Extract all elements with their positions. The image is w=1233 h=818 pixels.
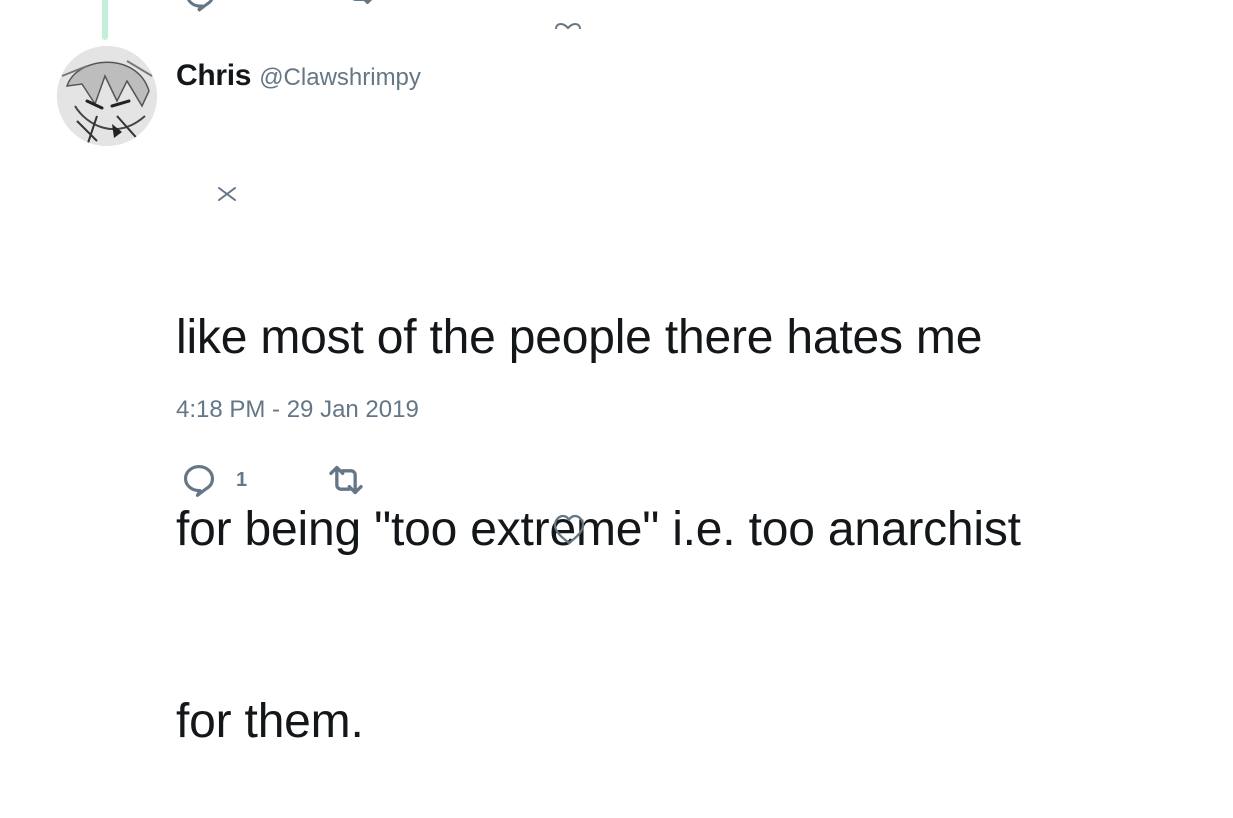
- previous-heart-icon[interactable]: [554, 22, 582, 30]
- close-icon[interactable]: [216, 186, 238, 202]
- previous-retweet-icon[interactable]: [340, 0, 380, 10]
- avatar[interactable]: [57, 46, 157, 146]
- reply-count: 1: [236, 469, 248, 491]
- reply-icon: [183, 464, 215, 497]
- avatar-image: [57, 46, 157, 146]
- retweet-button[interactable]: [326, 460, 366, 500]
- heart-icon: [553, 514, 585, 545]
- display-name[interactable]: Chris: [176, 59, 251, 92]
- previous-tweet-actions: [0, 0, 700, 12]
- like-button[interactable]: [552, 510, 586, 548]
- retweet-icon: [329, 465, 363, 495]
- user-handle[interactable]: @Clawshrimpy: [259, 64, 421, 91]
- previous-reply-icon[interactable]: [182, 0, 218, 12]
- tweet-author: Chris @Clawshrimpy: [176, 56, 421, 101]
- tweet-text-line: for them.: [176, 695, 364, 748]
- reply-button[interactable]: 1: [180, 460, 247, 500]
- tweet-text-line: for being "too extreme" i.e. too anarchi…: [176, 503, 1021, 556]
- tweet-text-line: like most of the people there hates me: [176, 311, 983, 364]
- tweet-timestamp[interactable]: 4:18 PM - 29 Jan 2019: [176, 393, 419, 427]
